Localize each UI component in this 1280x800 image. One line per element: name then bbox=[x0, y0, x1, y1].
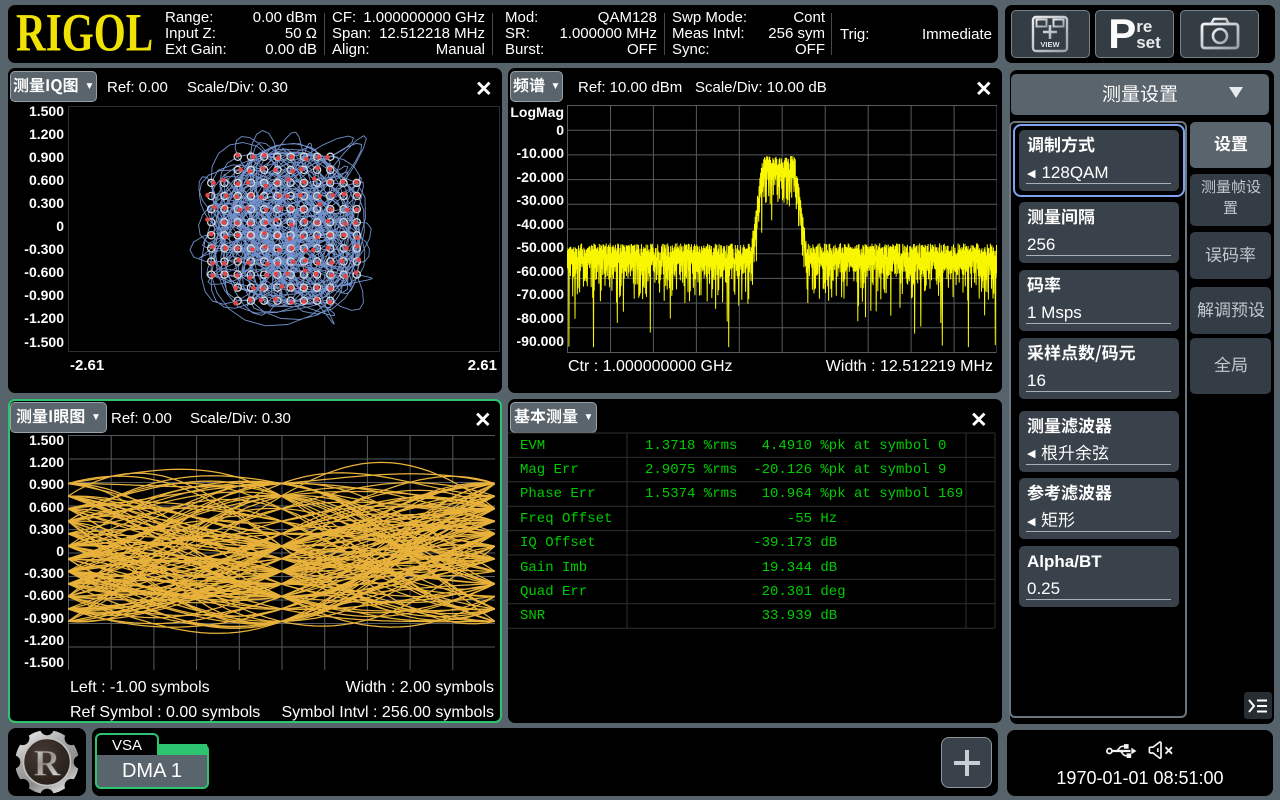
svg-text:R: R bbox=[34, 744, 62, 785]
svg-text:VIEW: VIEW bbox=[1040, 40, 1060, 49]
